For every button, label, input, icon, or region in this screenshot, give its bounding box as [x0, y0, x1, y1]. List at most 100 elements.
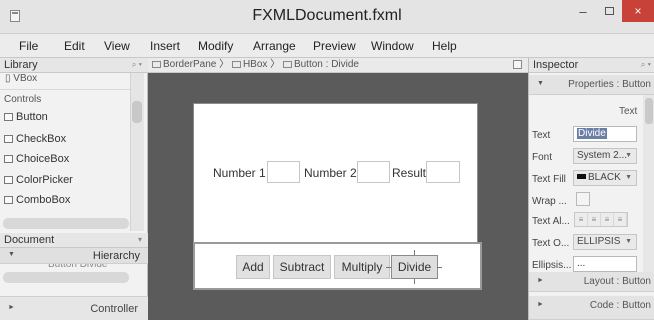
- library-partial-item[interactable]: ▯ VBox: [0, 73, 130, 87]
- library-item-combobox[interactable]: ComboBox: [4, 194, 70, 206]
- library-item-choicebox[interactable]: ChoiceBox: [4, 153, 69, 165]
- text-fill-selector[interactable]: BLACK ▼: [573, 170, 637, 186]
- library-header: Library ⌕ ▾: [0, 58, 148, 73]
- expand-triangle-icon: ►: [537, 277, 544, 284]
- library-title: Library: [4, 59, 38, 71]
- library-item-colorpicker[interactable]: ColorPicker: [4, 174, 73, 186]
- document-horizontal-scrollbar[interactable]: [3, 272, 129, 283]
- menu-bar: File Edit View Insert Modify Arrange Pre…: [0, 34, 654, 58]
- menu-view[interactable]: View: [104, 39, 130, 53]
- ellipsis-string-input[interactable]: ...: [573, 256, 637, 272]
- inspector-menu-icon[interactable]: ⌕ ▾: [641, 58, 651, 72]
- prop-fill-label: Text Fill: [532, 174, 566, 185]
- selection-handle[interactable]: [386, 267, 391, 268]
- number2-field[interactable]: [357, 161, 390, 183]
- code-section[interactable]: ► Code : Button: [529, 296, 654, 320]
- selection-handle[interactable]: [414, 279, 415, 284]
- align-center-icon[interactable]: ≡: [588, 213, 601, 226]
- align-right-icon[interactable]: ≡: [601, 213, 614, 226]
- result-label: Result: [392, 166, 427, 180]
- controller-section[interactable]: ► Controller: [0, 296, 148, 320]
- text-overrun-selector[interactable]: ELLIPSIS ▼: [573, 234, 637, 250]
- menu-window[interactable]: Window: [371, 39, 414, 53]
- layout-header: Layout : Button: [583, 276, 651, 287]
- menu-file[interactable]: File: [19, 39, 38, 53]
- document-menu-icon[interactable]: ▾: [138, 233, 142, 247]
- breadcrumb-hbox[interactable]: HBox: [243, 59, 267, 70]
- properties-section[interactable]: ▼ Properties : Button: [529, 75, 654, 95]
- prop-align-label: Text Al...: [532, 216, 570, 227]
- text-subsection: Text: [619, 106, 638, 117]
- library-partial-item-label: VBox: [13, 73, 38, 84]
- content-icon[interactable]: [513, 60, 522, 69]
- menu-modify[interactable]: Modify: [198, 39, 233, 53]
- hierarchy-label: Hierarchy: [92, 250, 140, 262]
- wrap-text-checkbox[interactable]: [576, 192, 590, 206]
- dropdown-arrow-icon: ▼: [625, 152, 632, 159]
- window-title: FXMLDocument.fxml: [252, 7, 402, 24]
- inspector-header: Inspector ⌕ ▾: [529, 58, 654, 73]
- overrun-value: ELLIPSIS: [577, 236, 621, 247]
- selection-handle[interactable]: [437, 267, 442, 268]
- breadcrumb-borderpane[interactable]: BorderPane: [163, 59, 216, 70]
- library-menu-icon[interactable]: ⌕ ▾: [132, 58, 142, 72]
- left-panel: Library ⌕ ▾ ▯ VBox Controls Button Check…: [0, 58, 148, 320]
- breadcrumb-button[interactable]: Button : Divide: [294, 59, 359, 70]
- add-button[interactable]: Add: [236, 255, 270, 279]
- library-item-label: ComboBox: [16, 194, 71, 206]
- library-item-button[interactable]: Button: [4, 111, 48, 123]
- document-header: Document ▾: [0, 233, 148, 248]
- result-field[interactable]: [426, 161, 460, 183]
- close-button[interactable]: ×: [622, 0, 654, 22]
- library-scroll-thumb[interactable]: [132, 101, 142, 123]
- font-value: System 2...: [577, 150, 628, 161]
- number2-label: Number 2: [304, 166, 357, 180]
- library-item-label: ChoiceBox: [16, 153, 70, 165]
- font-selector[interactable]: System 2... ▼: [573, 148, 637, 164]
- maximize-icon: [604, 7, 614, 15]
- library-scrollbar[interactable]: [130, 73, 144, 231]
- library-divider: [0, 89, 130, 90]
- multiply-button[interactable]: Multiply: [334, 255, 390, 279]
- window-title-bar: FXMLDocument.fxml – ×: [0, 0, 654, 34]
- borderpane-icon: [152, 61, 161, 68]
- hierarchy-clipped-row: Button Divide: [48, 264, 107, 268]
- selection-handle[interactable]: [414, 250, 415, 255]
- breadcrumb-separator: 〉: [219, 59, 232, 70]
- library-item-checkbox[interactable]: CheckBox: [4, 133, 66, 145]
- library-item-label: CheckBox: [16, 133, 67, 145]
- properties-header: Properties : Button: [568, 79, 651, 90]
- menu-arrange[interactable]: Arrange: [253, 39, 296, 53]
- colorpicker-icon: [4, 176, 13, 184]
- divide-button[interactable]: Divide: [391, 255, 438, 279]
- library-item-label: Button: [16, 111, 48, 123]
- document-title: Document: [4, 234, 55, 246]
- fill-value: BLACK: [588, 172, 621, 183]
- inspector-scroll-thumb[interactable]: [645, 98, 653, 124]
- breadcrumb: BorderPane 〉 HBox 〉 Button : Divide: [148, 58, 528, 73]
- layout-section[interactable]: ► Layout : Button: [529, 272, 654, 292]
- maximize-button[interactable]: [596, 0, 622, 22]
- menu-edit[interactable]: Edit: [64, 39, 85, 53]
- collapse-triangle-icon: ▼: [8, 251, 15, 258]
- minimize-button[interactable]: –: [570, 0, 596, 22]
- align-left-icon[interactable]: ≡: [575, 213, 588, 226]
- dropdown-arrow-icon: ▼: [625, 174, 632, 181]
- align-justify-icon[interactable]: ≡: [614, 213, 627, 226]
- library-horizontal-scrollbar[interactable]: [3, 218, 129, 229]
- menu-help[interactable]: Help: [432, 39, 457, 53]
- prop-overrun-label: Text O...: [532, 238, 570, 249]
- inspector-title: Inspector: [533, 59, 579, 71]
- prop-wrap-label: Wrap ...: [532, 196, 567, 207]
- subtract-button[interactable]: Subtract: [273, 255, 331, 279]
- hierarchy-section[interactable]: ▼ Hierarchy: [0, 248, 148, 264]
- menu-insert[interactable]: Insert: [150, 39, 180, 53]
- number1-field[interactable]: [267, 161, 300, 183]
- breadcrumb-separator: 〉: [270, 59, 283, 70]
- menu-preview[interactable]: Preview: [313, 39, 356, 53]
- combobox-icon: [4, 196, 13, 204]
- text-property-input[interactable]: Divide: [573, 126, 637, 142]
- hbox-icon: [231, 61, 241, 68]
- dropdown-arrow-icon: ▼: [625, 238, 632, 245]
- text-alignment-group[interactable]: ≡ ≡ ≡ ≡: [574, 212, 628, 227]
